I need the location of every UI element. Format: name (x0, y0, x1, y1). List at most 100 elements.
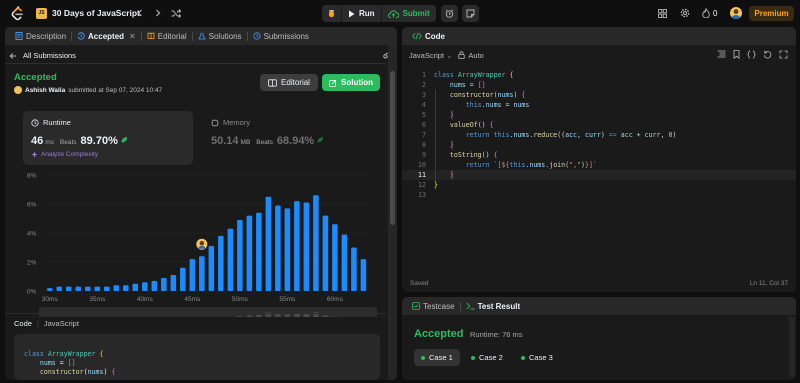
scroll-thumb[interactable] (390, 71, 395, 225)
chevron-left-icon[interactable] (134, 7, 146, 19)
memory-value: 50.14 (211, 135, 239, 147)
layout-grid-icon[interactable] (656, 7, 668, 19)
x-tick-label: 30ms (42, 296, 59, 303)
problem-list-icon[interactable]: JS (36, 8, 47, 19)
code-editor[interactable]: class ArrayWrapper { nums = [] construct… (434, 70, 676, 190)
expand-icon[interactable] (779, 50, 788, 59)
runtime-unit: ms (45, 139, 54, 146)
chart-bar (265, 196, 272, 291)
chart-bar (294, 201, 300, 291)
chart-bar (332, 224, 338, 291)
user-avatar-small (14, 86, 22, 94)
memory-beats-label: Beats (256, 139, 273, 146)
auto-mode-toggle[interactable]: Auto (458, 50, 484, 60)
chart-bar (113, 285, 120, 291)
chart-bar (104, 286, 110, 291)
reset-icon[interactable] (763, 50, 772, 59)
runtime-card[interactable]: Runtime 46 ms Beats 89.70% Analyze Compl… (23, 111, 193, 165)
bookmark-icon[interactable] (733, 50, 740, 59)
chart-bar (313, 195, 319, 291)
language-selector[interactable]: JavaScript ⌄ (409, 51, 452, 60)
username[interactable]: Ashish Walia (25, 87, 65, 94)
submit-button[interactable]: Submit (381, 5, 436, 22)
run-button[interactable]: Run (342, 5, 382, 22)
x-tick-label: 50ms (232, 296, 249, 303)
braces-icon[interactable] (747, 50, 756, 59)
note-icon (466, 9, 475, 18)
memory-value-row: 50.14 MB Beats 68.94% (211, 135, 324, 147)
code-editor-panel: Code JavaScript ⌄ Auto 1 2 3 4 5 6 7 8 9 10 11 12 13… (402, 27, 796, 292)
case-3-tab[interactable]: Case 3 (514, 349, 560, 366)
post-solution-button[interactable]: Solution (322, 74, 380, 91)
code-panel-tabs: Code (402, 27, 796, 45)
premium-button[interactable]: Premium (749, 6, 794, 21)
code-line: return this.nums.reduce((acc, curr) => a… (465, 131, 677, 139)
pass-dot-icon (421, 355, 425, 360)
close-tab-icon[interactable]: ✕ (129, 32, 136, 41)
leaf-badge-icon (121, 137, 127, 143)
tab-code[interactable]: Code (407, 27, 450, 45)
minimap-bar (256, 314, 262, 317)
alarm-clock-icon (445, 9, 454, 18)
left-panel-scrollbar[interactable] (388, 45, 397, 380)
runtime-value-row: 46 ms Beats 89.70% (31, 135, 128, 147)
analyze-complexity-link[interactable]: Analyze Complexity (31, 151, 98, 158)
runtime-beats-label: Beats (59, 139, 77, 146)
tab-submissions-label: Submissions (263, 31, 309, 41)
problem-list-title[interactable]: 30 Days of JavaScript (52, 8, 140, 18)
line-number: 4 (422, 101, 426, 109)
chart-bar (170, 275, 177, 291)
chart-bar (218, 235, 224, 291)
book-icon (147, 32, 155, 40)
submit-label: Submit (402, 9, 430, 18)
submitted-code-block[interactable]: class ArrayWrapper { nums = [] construct… (14, 334, 380, 380)
back-label: All Submissions (23, 51, 76, 60)
tab-testcase[interactable]: Testcase (407, 297, 460, 315)
shuffle-icon[interactable] (170, 7, 182, 19)
format-code-icon[interactable] (717, 50, 726, 58)
case-1-label: Case 1 (429, 353, 453, 362)
auto-label: Auto (468, 50, 484, 60)
chart-bar (151, 280, 158, 291)
chart-bar (180, 267, 186, 291)
tab-editorial[interactable]: Editorial (142, 27, 192, 45)
user-avatar[interactable] (730, 7, 742, 19)
run-submit-group: Run Submit (322, 5, 436, 22)
tab-solutions[interactable]: Solutions (193, 27, 247, 45)
chart-bar (94, 286, 101, 291)
fire-icon (702, 8, 710, 18)
editorial-button[interactable]: Editorial (260, 74, 318, 91)
line-number: 13 (418, 191, 426, 199)
streak-counter[interactable]: 0 (702, 8, 717, 18)
chevron-right-icon[interactable] (152, 7, 164, 19)
pass-dot-icon (471, 355, 475, 360)
case-1-tab[interactable]: Case 1 (414, 349, 460, 366)
leetcode-logo-icon[interactable] (10, 6, 24, 21)
tab-description[interactable]: Description (10, 27, 71, 45)
line-number: 11 (418, 171, 426, 179)
debug-button[interactable] (322, 5, 342, 22)
result-runtime: Runtime: 76 ms (470, 330, 523, 339)
case-2-tab[interactable]: Case 2 (464, 349, 510, 366)
tab-accepted[interactable]: Accepted ✕ (72, 27, 141, 45)
divider (5, 63, 386, 64)
runtime-distribution-chart[interactable]: 8%6%4%2%0%30ms35ms40ms45ms50ms55ms60ms30… (5, 167, 385, 317)
tab-submissions[interactable]: Submissions (248, 27, 314, 45)
code-line: } (449, 141, 454, 149)
y-tick-label: 2% (27, 260, 37, 267)
chart-bar (341, 234, 348, 291)
code-section-title: Code (14, 319, 32, 328)
memory-beats-pct: 68.94% (276, 135, 315, 147)
chart-bar (66, 286, 72, 291)
result-panel-scrollbar[interactable] (789, 317, 795, 377)
code-line: } (434, 181, 438, 189)
line-number: 5 (422, 111, 426, 119)
chart-bar (132, 283, 139, 291)
settings-gear-icon[interactable] (679, 7, 691, 19)
notes-button[interactable] (462, 5, 479, 22)
timer-button[interactable] (441, 5, 458, 22)
tab-test-result[interactable]: Test Result (461, 297, 526, 315)
chart-bar (284, 208, 291, 291)
memory-card[interactable]: Memory 50.14 MB Beats 68.94% (203, 111, 378, 165)
back-to-submissions[interactable]: All Submissions (9, 51, 76, 60)
